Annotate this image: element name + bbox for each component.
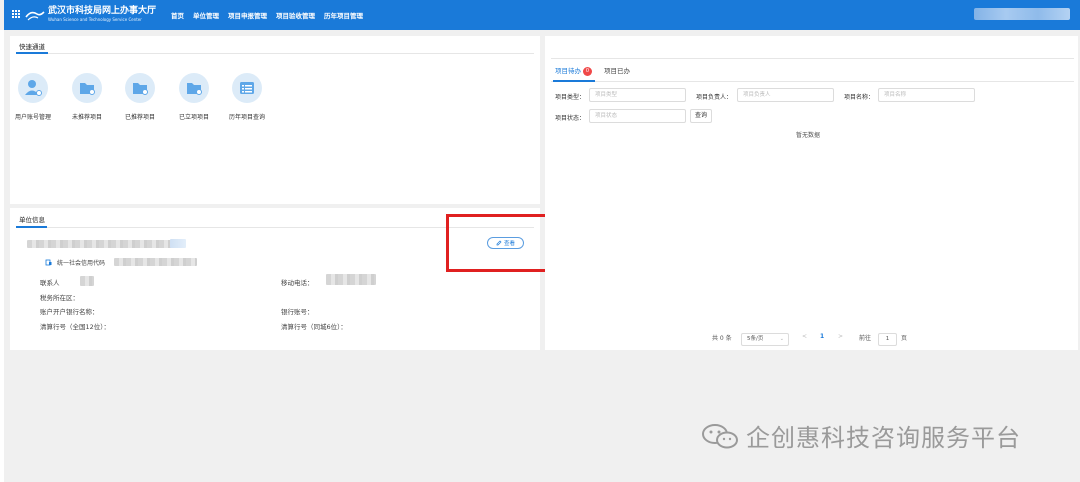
divider (551, 58, 1074, 59)
empty-state-text: 暂无数据 (796, 132, 821, 139)
page-size-select[interactable]: 5条/页 ⌄ (741, 333, 789, 346)
quick-item-label: 已推荐项目 (124, 114, 155, 121)
tab-pending[interactable]: 项目待办 0 (555, 65, 592, 76)
prev-page-button[interactable]: < (802, 333, 807, 340)
bank-account-label: 银行账号： (281, 308, 314, 316)
divider (551, 81, 1074, 82)
quick-unrecommended[interactable]: 未推荐项目 (62, 73, 112, 121)
folder-icon (125, 73, 155, 103)
unit-name-redacted (27, 240, 177, 248)
brand[interactable]: 武汉市科技局网上办事大厅 Wuhan Science and Technolog… (48, 6, 156, 22)
active-tab-underline (553, 80, 595, 82)
project-owner-label: 项目负责人： (696, 94, 733, 101)
pending-count-badge: 0 (583, 66, 592, 76)
title-underline (16, 226, 47, 228)
left-edge (0, 30, 4, 482)
top-bar: 武汉市科技局网上办事大厅 Wuhan Science and Technolog… (4, 0, 1080, 30)
contact-label: 联系人 (40, 279, 60, 287)
project-name-label: 项目名称： (844, 94, 875, 101)
wechat-icon (702, 423, 738, 448)
nav-project-application[interactable]: 项目申报管理 (228, 10, 267, 20)
tab-done[interactable]: 项目已办 (604, 65, 630, 75)
clearing-full-label: 清算行号（全国12位）： (40, 323, 111, 331)
projects-panel (545, 36, 1078, 350)
nav-project-acceptance[interactable]: 项目验收管理 (276, 10, 315, 20)
project-type-label: 项目类型： (555, 94, 586, 101)
unit-info-title: 单位信息 (19, 216, 45, 224)
main-nav: 首页 单位管理 项目申报管理 项目验收管理 历年项目管理 (171, 10, 372, 20)
folder-icon (179, 73, 209, 103)
brand-title: 武汉市科技局网上办事大厅 (48, 6, 157, 16)
bank-name-label: 账户开户银行名称： (40, 308, 99, 316)
current-page[interactable]: 1 (820, 333, 824, 340)
project-type-select[interactable]: 项目类型 (589, 88, 686, 102)
title-underline (16, 52, 48, 54)
unit-name-redacted (170, 239, 186, 248)
project-status-label: 项目状态： (555, 115, 586, 122)
credit-code-redacted (114, 258, 197, 266)
user-icon (18, 73, 48, 103)
quick-item-label: 用户账号管理 (14, 114, 51, 121)
folder-icon (72, 73, 102, 103)
logo-icon (25, 11, 45, 21)
next-page-button[interactable]: > (838, 333, 843, 340)
tax-district-label: 税务所在区： (40, 294, 79, 302)
watermark: 企创惠科技咨询服务平台 (700, 418, 1021, 453)
credit-code-label: 统一社会信用代码 (57, 260, 106, 267)
divider (16, 53, 534, 54)
pagination-total: 共 0 条 (712, 335, 732, 342)
page-size-value: 5条/页 (747, 336, 764, 342)
nav-unit-management[interactable]: 单位管理 (193, 10, 219, 20)
mobile-redacted (326, 274, 376, 285)
project-owner-input[interactable]: 项目负责人 (737, 88, 834, 102)
watermark-text: 企创惠科技咨询服务平台 (746, 424, 1021, 452)
project-name-input[interactable]: 项目名称 (878, 88, 975, 102)
clearing-city-label: 清算行号（同城6位）： (281, 323, 347, 331)
page-suffix: 页 (901, 335, 908, 342)
nav-historical-projects[interactable]: 历年项目管理 (324, 10, 363, 20)
goto-page-input[interactable]: 1 (878, 333, 897, 346)
quick-item-label: 已立项项目 (178, 114, 209, 121)
nav-home[interactable]: 首页 (171, 10, 184, 20)
quick-recommended[interactable]: 已推荐项目 (115, 73, 165, 121)
highlight-box (446, 214, 561, 272)
goto-label: 前往 (859, 335, 872, 342)
chevron-down-icon: ⌄ (779, 336, 784, 342)
quick-access-title: 快速通道 (19, 43, 45, 51)
quick-item-label: 未推荐项目 (71, 114, 102, 121)
brand-subtitle: Wuhan Science and Technology Service Cen… (48, 17, 142, 22)
query-button[interactable]: 查询 (690, 109, 712, 123)
quick-item-label: 历年项目查询 (228, 114, 265, 121)
quick-approved[interactable]: 已立项项目 (169, 73, 219, 121)
user-menu[interactable] (974, 8, 1070, 20)
quick-history-query[interactable]: 历年项目查询 (222, 73, 272, 121)
mobile-label: 移动电话： (281, 279, 314, 287)
quick-user-account[interactable]: 用户账号管理 (8, 73, 58, 121)
tab-pending-label: 项目待办 (555, 67, 581, 75)
contact-redacted (80, 276, 94, 286)
apps-grid-icon[interactable] (12, 10, 21, 19)
project-status-select[interactable]: 项目状态 (589, 109, 686, 123)
list-icon (232, 73, 262, 103)
building-icon (45, 259, 52, 266)
